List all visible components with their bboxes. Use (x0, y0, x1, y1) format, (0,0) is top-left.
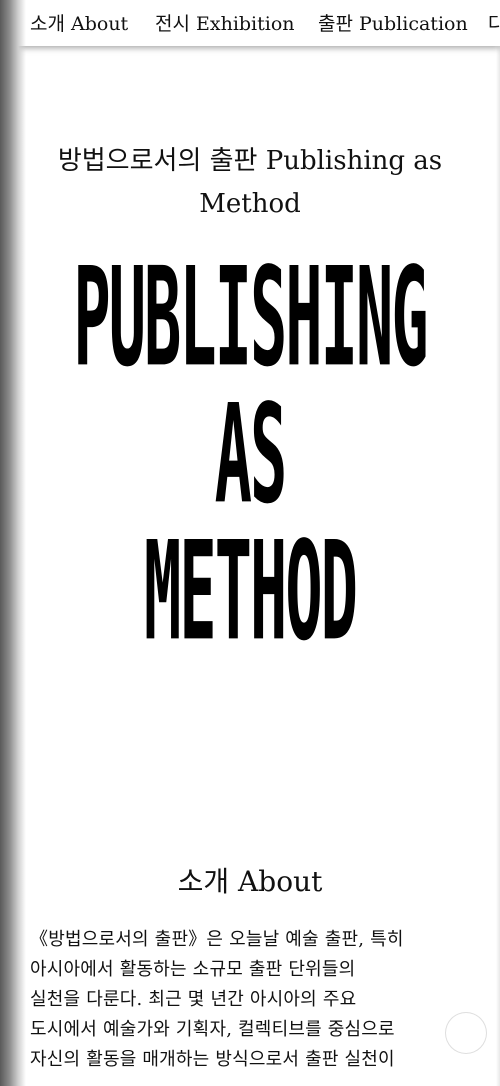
poster-line-method: METHOD (144, 510, 358, 672)
about-body: 《방법으로서의 출판》은 오늘날 예술 출판, 특히 아시아에서 활동하는 소규… (30, 925, 470, 1075)
about-line: 도시에서 예술가와 기획자, 컬렉티브를 중심으로 (30, 1019, 395, 1040)
subtitle-line-2: Method (199, 189, 301, 219)
about-line: 《방법으로서의 출판》은 오늘날 예술 출판, 특히 (30, 929, 404, 950)
poster-line-as: AS (214, 373, 288, 535)
subtitle-line-1: 방법으로서의 출판 Publishing as (57, 146, 443, 176)
page-subtitle: 방법으로서의 출판 Publishing as Method (20, 140, 480, 226)
poster-line-publishing: PUBLISHING (73, 236, 428, 398)
about-line: 아시아에서 활동하는 소규모 출판 단위들의 (30, 959, 356, 980)
poster-title: PUBLISHING AS METHOD (30, 236, 470, 672)
about-line: 실천을 다룬다. 최근 몇 년간 아시아의 주요 (30, 989, 357, 1010)
nav-item-about[interactable]: 소개 About (30, 11, 128, 37)
top-navigation: 소개 About 전시 Exhibition 출판 Publication 다 (0, 0, 500, 46)
about-heading: 소개 About (177, 865, 323, 898)
about-line: 자신의 활동을 매개하는 방식으로서 출판 실천이 (30, 1049, 395, 1070)
floating-action-button[interactable] (445, 1012, 487, 1054)
nav-item-exhibition[interactable]: 전시 Exhibition (155, 11, 295, 37)
right-edge-shade (496, 46, 500, 1086)
left-edge-shadow (0, 0, 26, 1086)
nav-item-publication[interactable]: 출판 Publication (318, 11, 468, 37)
nav-item-truncated[interactable]: 다 (488, 11, 500, 37)
